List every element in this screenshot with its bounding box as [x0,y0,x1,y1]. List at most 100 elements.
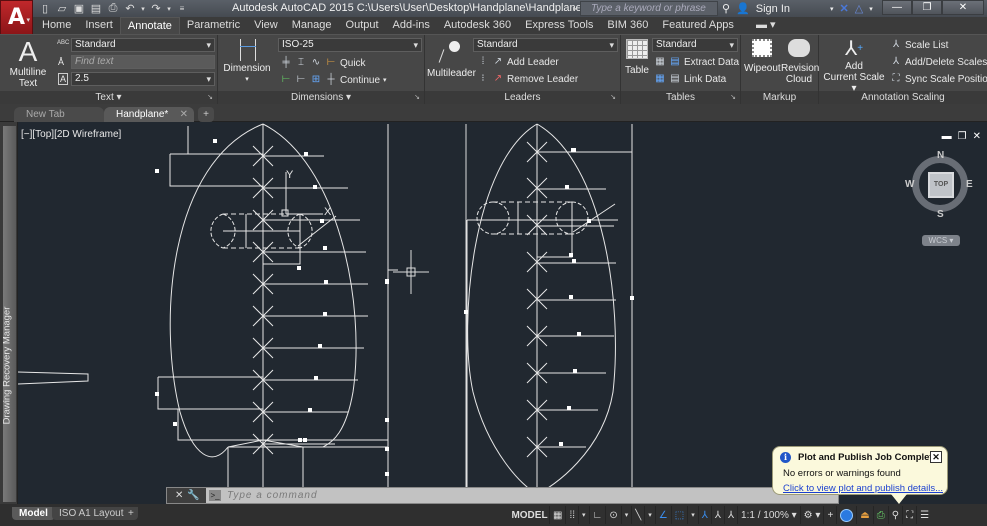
tab-bim-360[interactable]: BIM 360 [600,17,655,34]
compass-west[interactable]: W [905,179,914,190]
tab-annotate[interactable]: Annotate [119,17,180,34]
object-snap-tracking-icon[interactable]: ∠ [656,506,672,524]
link-data-icon[interactable]: ▤ [669,73,681,85]
extract-data-icon[interactable]: ▤ [669,56,681,68]
quick-dim-icon[interactable]: ⊢ [325,57,337,69]
dimensions-panel-label[interactable]: Dimensions ▾ ↘ [218,91,424,105]
annotation-visibility-icon[interactable]: ⅄ [699,506,712,524]
annotation-scaling-panel-label[interactable]: Annotation Scaling [819,91,987,105]
sign-in-dropdown-icon[interactable]: ▾ [830,5,834,13]
adjust-space-icon[interactable]: ⌶ [295,57,307,69]
tab-add-ins[interactable]: Add-ins [386,17,437,34]
annotation-scale-icon[interactable]: ⅄ [725,506,739,524]
doc-tab-new-tab[interactable]: New Tab [14,107,104,122]
add-delete-scales-button[interactable]: Add/Delete Scales [905,57,987,68]
table-style-select[interactable]: Standard [652,38,738,52]
drawing-recovery-palette[interactable]: Drawing Recovery Manager [0,122,18,504]
application-menu-button[interactable]: A ▾ [0,0,33,35]
workspace-gear-icon[interactable]: ⚙ ▾ [801,506,825,524]
viewcube-top-face[interactable]: TOP [928,172,954,198]
new-tab-button[interactable]: + [198,107,214,122]
redo-icon[interactable]: ↷ [149,2,163,15]
view-details-link[interactable]: Click to view plot and publish details..… [783,483,943,494]
snap-icon[interactable]: ⁞⁞ [566,506,580,524]
customize-icon[interactable]: ≡ [175,2,189,15]
layout-tab-iso-a1[interactable]: ISO A1 Layout [52,507,131,520]
update-icon[interactable]: ⊢ [295,74,307,86]
maximize-button[interactable]: ❐ [912,0,942,15]
markup-panel-label[interactable]: Markup [741,91,818,105]
doc-tab-handplane[interactable]: Handplane* ✕ [104,107,194,122]
multiline-text-button[interactable]: A Multiline Text [6,37,50,90]
snap-dropdown-icon[interactable]: ▾ [579,506,590,524]
continue-button[interactable]: Continue [340,75,380,86]
close-notification-button[interactable]: ✕ [930,451,942,463]
compass-north[interactable]: N [937,150,944,161]
inspect-icon[interactable]: ⊢ [280,74,292,86]
polar-icon[interactable]: ⊙ [606,506,622,524]
multileader-button[interactable]: Multileader [427,37,476,79]
multileader-style-select[interactable]: Standard [473,38,618,52]
annotation-scale-select[interactable]: 1:1 / 100% ▾ [738,506,801,524]
ortho-icon[interactable]: ∟ [590,506,607,524]
minimize-button[interactable]: — [882,0,912,15]
align-icon[interactable]: ⁞ [477,56,489,68]
sign-in-button[interactable]: Sign In [756,3,790,15]
dimension-style-select[interactable]: ISO-25 [278,38,422,52]
tables-panel-label[interactable]: Tables ↘ [621,91,740,105]
table-button[interactable]: Table [623,39,651,76]
add-leader-icon[interactable]: ↗ [492,56,504,68]
redo-dropdown-icon[interactable]: ▾ [166,2,172,15]
isodraft-icon[interactable]: ╲ [632,506,646,524]
viewport-minimize-icon[interactable]: ▬ [942,131,952,142]
tab-manage[interactable]: Manage [285,17,339,34]
plot-icon[interactable]: ⎙ [106,2,120,15]
layout-tab-model[interactable]: Model [12,507,55,520]
customization-menu-icon[interactable]: ☰ [917,506,932,524]
jog-icon[interactable]: ∿ [310,57,322,69]
fullscreen-icon[interactable]: ⛶ [903,506,918,524]
reassociate-icon[interactable]: ⊞ [310,74,322,86]
table-cell-icon[interactable]: ▦ [654,56,666,68]
close-button[interactable]: ✕ [942,0,984,15]
save-icon[interactable]: ▣ [72,2,86,15]
link-data-button[interactable]: Link Data [684,74,726,85]
recent-commands-icon[interactable]: >_ [209,490,221,501]
a360-icon[interactable]: △ [855,2,863,15]
annotation-monitor-icon[interactable]: + [824,506,838,524]
tab-parametric[interactable]: Parametric [180,17,247,34]
close-tab-icon[interactable]: ✕ [180,107,188,122]
polar-dropdown-icon[interactable]: ▾ [622,506,633,524]
tab-express-tools[interactable]: Express Tools [518,17,600,34]
sync-scale-positions-button[interactable]: Sync Scale Positions [905,74,987,85]
customize-wrench-icon[interactable]: 🔧 [187,490,199,501]
save-as-icon[interactable]: ▤ [89,2,103,15]
text-panel-label[interactable]: Text ▾ ↘ [0,91,217,105]
tab-insert[interactable]: Insert [78,17,120,34]
compass-east[interactable]: E [966,179,973,190]
exchange-icon[interactable]: ✕ [840,2,849,15]
text-style-select[interactable]: Standard [71,38,215,52]
data-update-icon[interactable]: ▦ [654,73,666,85]
viewport-restore-icon[interactable]: ❐ [958,131,967,142]
text-height-select[interactable]: 2.5 [71,72,215,86]
new-icon[interactable]: ▯ [38,2,52,15]
wcs-menu-button[interactable]: WCS ▾ [922,235,960,246]
undo-dropdown-icon[interactable]: ▾ [140,2,146,15]
find-text-input[interactable]: Find text [71,55,215,69]
hardware-acceleration-icon[interactable]: ⏏ [857,506,874,524]
tab-autodesk-360[interactable]: Autodesk 360 [437,17,518,34]
quick-button[interactable]: Quick [340,58,366,69]
tab-featured-apps[interactable]: Featured Apps [655,17,741,34]
clean-screen-icon[interactable]: ⚲ [889,506,904,524]
viewport-controls-label[interactable]: [−][Top][2D Wireframe] [21,129,121,140]
binoculars-icon[interactable]: ⚲ [722,2,730,15]
extract-data-button[interactable]: Extract Data [684,57,739,68]
undo-icon[interactable]: ↶ [123,2,137,15]
a360-dropdown-icon[interactable]: ▾ [869,5,873,13]
viewcube[interactable]: TOP N S E W [905,150,973,220]
leaders-panel-label[interactable]: Leaders ↘ [425,91,620,105]
remove-leader-icon[interactable]: ↗ [492,73,504,85]
new-layout-button[interactable]: + [124,507,138,520]
tab-output[interactable]: Output [339,17,386,34]
